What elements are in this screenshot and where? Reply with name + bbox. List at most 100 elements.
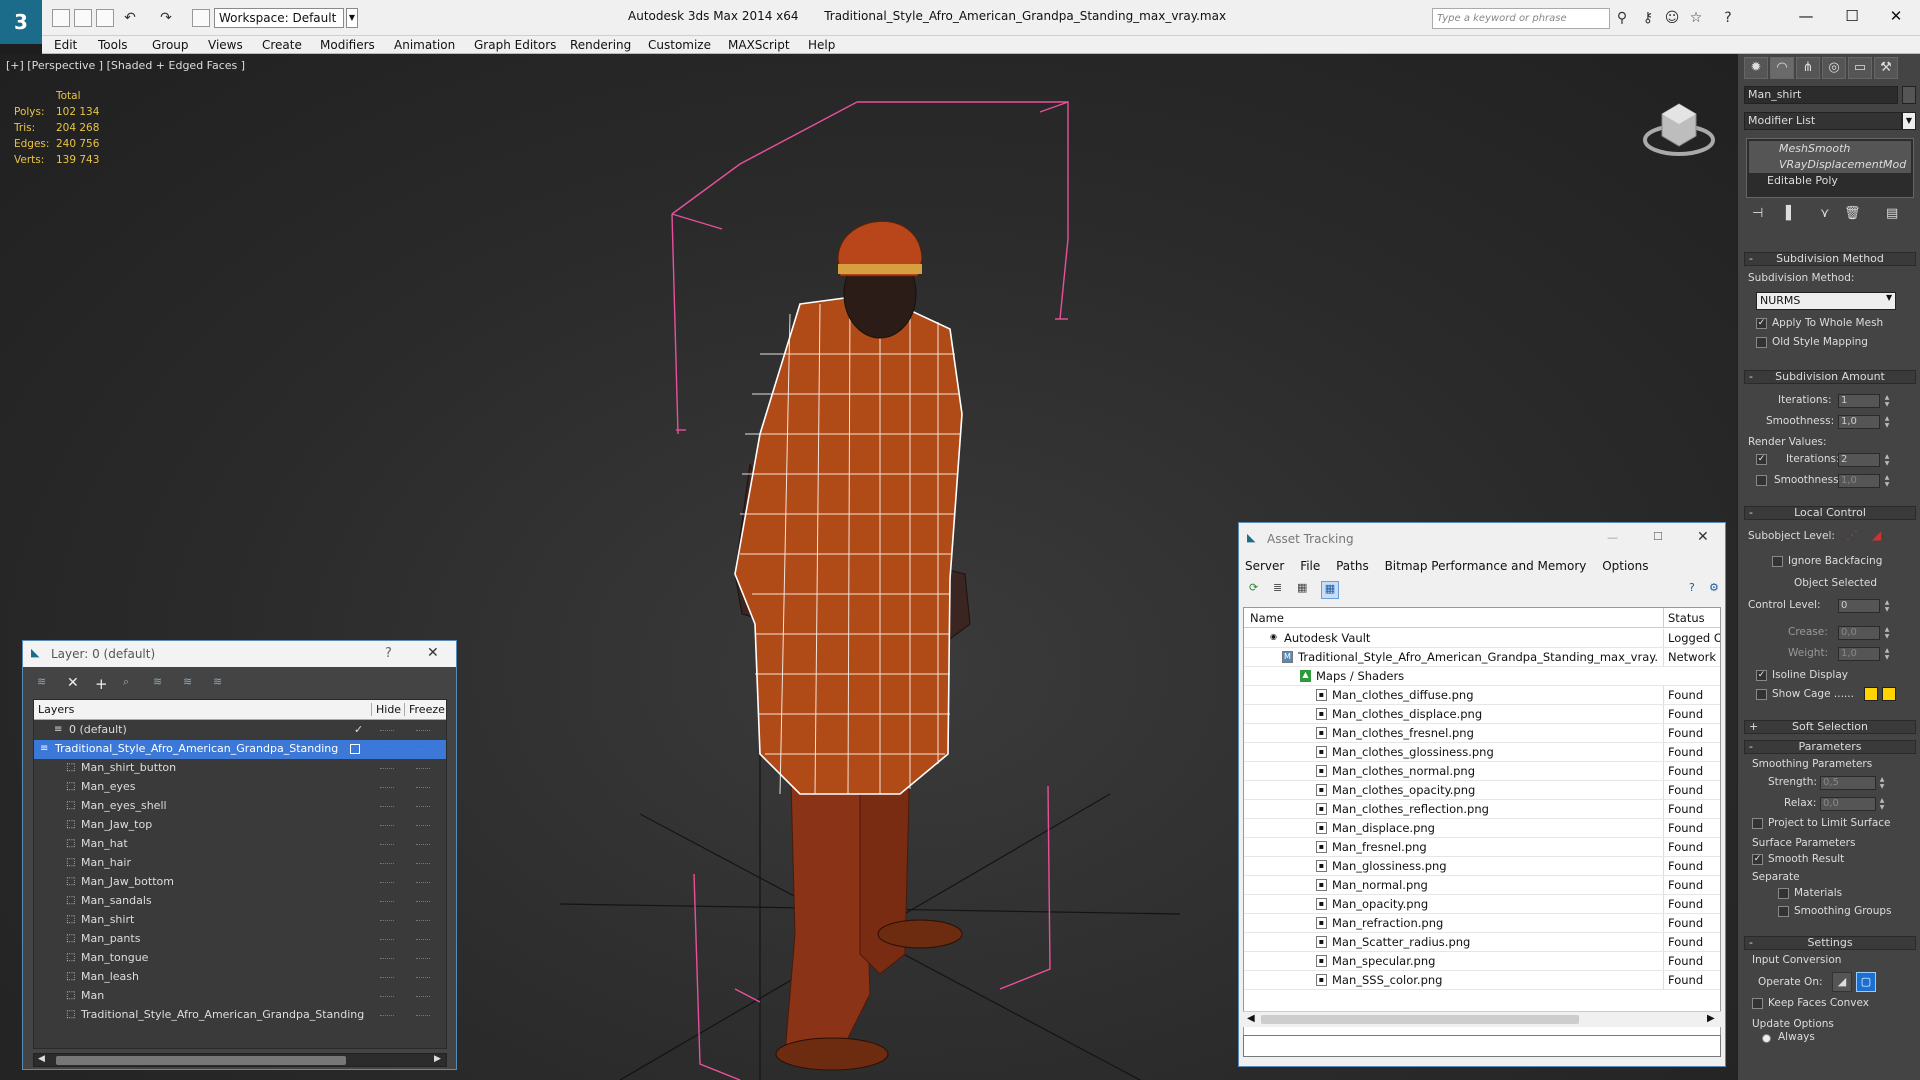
hide-toggle[interactable] [380,939,394,940]
spinner-arrows-icon[interactable]: ▲ ▼ [1883,453,1891,467]
layer-object-row[interactable]: ⬚ Traditional_Style_Afro_American_Grandpa… [34,1006,446,1025]
menu-customize[interactable]: Customize [648,37,711,53]
new-file-icon[interactable] [52,9,70,27]
current-layer-check-icon[interactable]: ✓ [354,721,363,739]
strength-spinner[interactable]: 0,5 [1820,776,1876,790]
menu-graph-editors[interactable]: Graph Editors [474,37,556,53]
control-level-spinner[interactable]: 0 [1838,599,1880,613]
asset-row[interactable]: ▪ Man_SSS_color.png Found [1244,971,1720,990]
freeze-toggle[interactable] [416,806,430,807]
context-help-icon[interactable]: ⚙ [1709,581,1719,594]
layers-icon[interactable]: ≋ [37,675,46,688]
freeze-all-layers-icon[interactable]: ≋ [213,675,222,688]
freeze-toggle[interactable] [416,863,430,864]
render-smoothness-checkbox[interactable] [1756,475,1767,486]
stack-item-meshsmooth[interactable]: MeshSmooth [1749,141,1911,157]
freeze-toggle[interactable] [416,920,430,921]
redo-icon[interactable]: ↷ [158,11,174,27]
configure-sets-icon[interactable]: ▤ [1886,206,1898,221]
refresh-icon[interactable]: ⟳ [1249,581,1258,594]
undo-icon[interactable]: ↶ [122,11,138,27]
help-icon[interactable]: ? [1720,11,1736,27]
display-tab-icon[interactable]: ▭ [1848,57,1872,79]
app-logo-icon[interactable]: 3 [0,0,42,44]
freeze-toggle[interactable] [416,882,430,883]
hide-toggle[interactable] [380,977,394,978]
scroll-left-icon[interactable]: ◀ [1247,1013,1255,1024]
asset-row[interactable]: ▪ Man_fresnel.png Found [1244,838,1720,857]
spinner-arrows-icon[interactable]: ▲ ▼ [1878,776,1886,790]
project-limit-checkbox[interactable] [1752,818,1763,829]
pin-stack-icon[interactable]: ⊣ [1752,206,1763,221]
spinner-arrows-icon[interactable]: ▲ ▼ [1883,647,1891,661]
menu-help[interactable]: Help [808,37,835,53]
freeze-toggle[interactable] [416,939,430,940]
delete-layer-icon[interactable]: ✕ [67,675,79,691]
relax-spinner[interactable]: 0,0 [1820,797,1876,811]
asset-row[interactable]: ▪ Man_clothes_reflection.png Found [1244,800,1720,819]
spinner-arrows-icon[interactable]: ▲ ▼ [1883,599,1891,613]
iterations-spinner[interactable]: 1 [1838,394,1880,408]
close-button[interactable]: ✕ [1697,529,1709,545]
materials-checkbox[interactable] [1778,888,1789,899]
hide-toggle[interactable] [380,958,394,959]
hide-toggle[interactable] [380,787,394,788]
freeze-toggle[interactable] [416,996,430,997]
menu-group[interactable]: Group [152,37,189,53]
hide-toggle[interactable] [380,749,394,750]
rollout-subdivision-amount[interactable]: - Subdivision Amount [1744,370,1916,384]
hide-toggle[interactable] [380,1015,394,1016]
hide-toggle[interactable] [380,996,394,997]
spinner-arrows-icon[interactable]: ▲ ▼ [1883,474,1891,488]
asset-row[interactable]: ▪ Man_Scatter_radius.png Found [1244,933,1720,952]
crease-spinner[interactable]: 0,0 [1838,626,1880,640]
operate-on-faces-icon[interactable]: ◢ [1832,972,1852,992]
render-smoothness-spinner[interactable]: 1,0 [1838,474,1880,488]
close-button[interactable]: ✕ [1876,4,1916,28]
minimize-button[interactable]: — [1786,4,1826,28]
isoline-display-checkbox[interactable]: ✓ [1756,670,1767,681]
make-unique-icon[interactable]: ⋎ [1820,206,1830,221]
modifier-stack[interactable]: MeshSmooth VRayDisplacementMod Editable … [1746,138,1914,198]
menu-modifiers[interactable]: Modifiers [320,37,375,53]
rollout-subdivision-method[interactable]: - Subdivision Method [1744,252,1916,266]
thumbnail-view-icon[interactable]: ▦ [1297,581,1307,594]
asset-menu-file[interactable]: File [1300,559,1320,573]
close-button[interactable]: ✕ [427,645,439,661]
smoothness-spinner[interactable]: 1,0 [1838,415,1880,429]
layer-row[interactable]: ≡ 0 (default) ✓ [34,721,446,740]
freeze-toggle[interactable] [416,825,430,826]
key-icon[interactable]: ⚷ [1640,11,1656,27]
layer-object-row[interactable]: ⬚ Man [34,987,446,1006]
apply-whole-mesh-checkbox[interactable]: ✓ [1756,318,1767,329]
asset-row[interactable]: ▲ Maps / Shaders [1244,667,1720,686]
modifier-list-arrow[interactable]: ▼ [1902,112,1916,130]
rollout-soft-selection[interactable]: + Soft Selection [1744,720,1916,734]
stack-item-editable-poly[interactable]: Editable Poly [1749,173,1911,189]
hierarchy-tab-icon[interactable]: ⋔ [1796,57,1820,79]
layer-dialog-titlebar[interactable]: ◣ Layer: 0 (default) ? ✕ [23,641,456,667]
layer-object-row[interactable]: ⬚ Man_Jaw_bottom [34,873,446,892]
layer-object-row[interactable]: ⬚ Man_tongue [34,949,446,968]
menu-animation[interactable]: Animation [394,37,455,53]
freeze-toggle[interactable] [416,768,430,769]
asset-row[interactable]: ▪ Man_refraction.png Found [1244,914,1720,933]
cage-color-swatch[interactable] [1864,687,1878,701]
asset-menu-server[interactable]: Server [1245,559,1284,573]
add-layer-icon[interactable]: + [95,675,108,693]
object-color-swatch[interactable] [1902,86,1916,104]
asset-row[interactable]: ▪ Man_opacity.png Found [1244,895,1720,914]
rollout-settings[interactable]: - Settings [1744,936,1916,950]
hide-toggle[interactable] [380,901,394,902]
asset-row[interactable]: ▪ Man_clothes_displace.png Found [1244,705,1720,724]
freeze-toggle[interactable] [416,730,430,731]
spinner-arrows-icon[interactable]: ▲ ▼ [1883,394,1891,408]
scroll-right-icon[interactable]: ▶ [434,1054,441,1064]
remove-modifier-icon[interactable]: 🗑 [1844,206,1861,221]
freeze-toggle[interactable] [416,977,430,978]
add-to-layer-icon[interactable] [350,744,360,754]
column-layers[interactable]: Layers [38,703,74,716]
column-freeze[interactable]: Freeze [404,703,445,716]
hide-toggle[interactable] [380,768,394,769]
scroll-thumb[interactable] [1261,1015,1579,1024]
